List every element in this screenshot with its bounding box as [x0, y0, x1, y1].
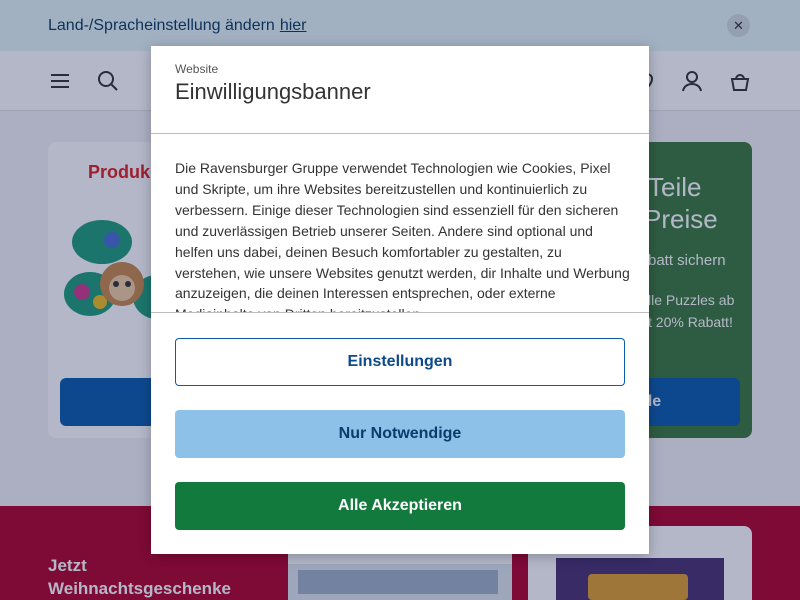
modal-divider-bottom [151, 312, 649, 313]
modal-divider-top [151, 133, 649, 134]
accept-all-button[interactable]: Alle Akzeptieren [175, 482, 625, 530]
settings-button[interactable]: Einstellungen [175, 338, 625, 386]
consent-modal: Website Einwilligungsbanner Die Ravensbu… [151, 46, 649, 554]
modal-title: Einwilligungsbanner [175, 79, 371, 104]
necessary-only-button[interactable]: Nur Notwendige [175, 410, 625, 458]
modal-eyebrow: Website [175, 62, 219, 76]
consent-text[interactable]: Die Ravensburger Gruppe verwendet Techno… [175, 158, 631, 312]
